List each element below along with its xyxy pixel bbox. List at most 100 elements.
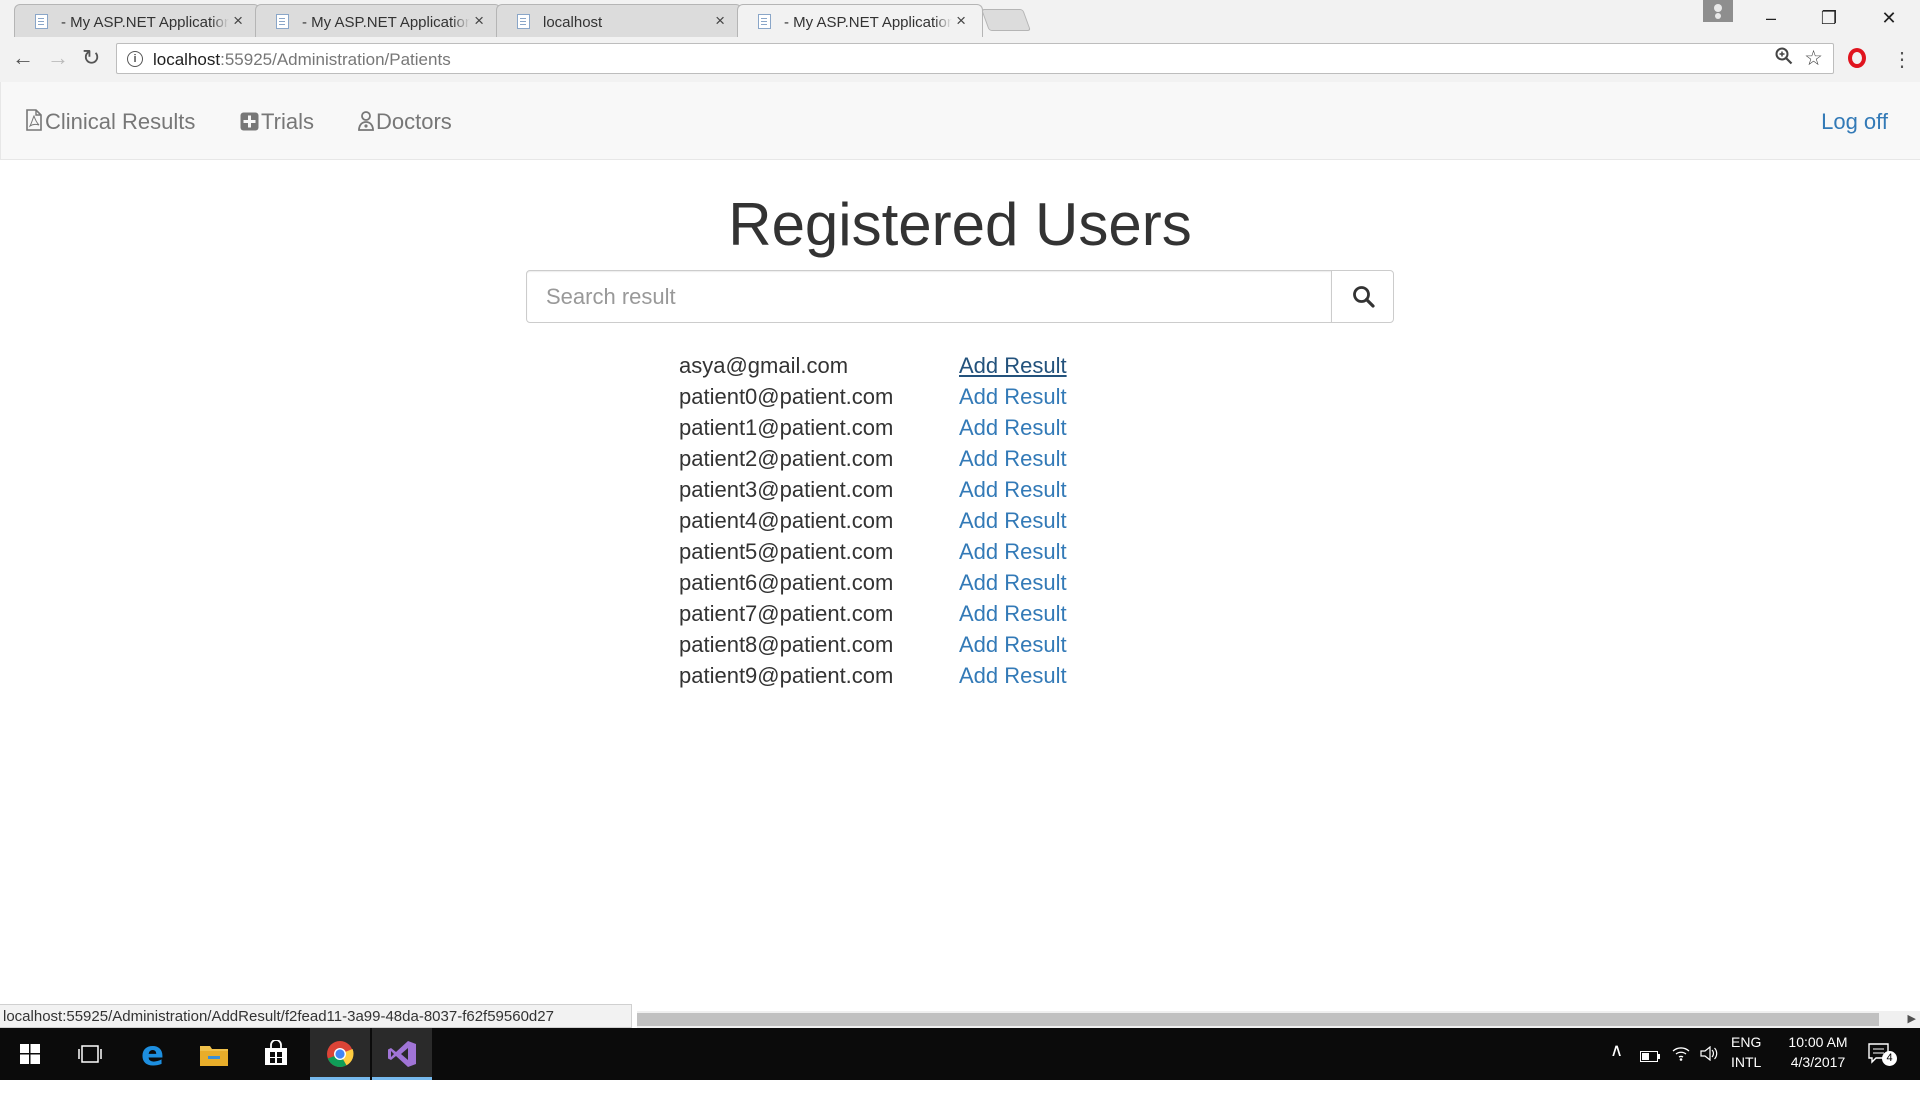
language-indicator[interactable]: ENG INTL bbox=[1731, 1034, 1761, 1086]
add-result-link[interactable]: Add Result bbox=[959, 384, 1067, 410]
user-list: asya@gmail.com Add Result patient0@patie… bbox=[679, 353, 1279, 694]
clock[interactable]: 10:00 AM 4/3/2017 bbox=[1780, 1034, 1856, 1086]
visual-studio-icon[interactable] bbox=[372, 1028, 432, 1080]
search-button[interactable] bbox=[1331, 270, 1394, 323]
url-host: localhost bbox=[153, 50, 221, 69]
nav-link-doctors[interactable]: Doctors bbox=[358, 109, 452, 137]
start-button[interactable] bbox=[0, 1028, 60, 1080]
url-text[interactable]: localhost:55925/Administration/Patients bbox=[153, 50, 451, 70]
browser-tab[interactable]: localhost × bbox=[496, 4, 742, 37]
close-icon[interactable]: × bbox=[233, 11, 243, 31]
store-icon[interactable] bbox=[246, 1028, 306, 1080]
user-email: patient8@patient.com bbox=[679, 632, 894, 657]
scrollbar-thumb[interactable] bbox=[637, 1013, 1879, 1026]
add-result-link[interactable]: Add Result bbox=[959, 601, 1067, 627]
nav-link-label: Clinical Results bbox=[45, 109, 196, 134]
user-row: patient9@patient.com Add Result bbox=[679, 663, 1279, 694]
user-email: patient2@patient.com bbox=[679, 446, 894, 471]
clock-time: 10:00 AM bbox=[1788, 1034, 1848, 1050]
wifi-icon[interactable] bbox=[1672, 1046, 1690, 1098]
notifications-icon[interactable]: 4 bbox=[1868, 1043, 1897, 1095]
back-arrow-icon[interactable]: ← bbox=[12, 46, 34, 70]
info-icon[interactable]: i bbox=[127, 51, 143, 67]
close-window-button[interactable]: ✕ bbox=[1860, 0, 1918, 36]
close-icon[interactable]: × bbox=[474, 11, 484, 31]
user-email: patient9@patient.com bbox=[679, 663, 894, 688]
menu-dots-icon[interactable]: ⋮ bbox=[1892, 47, 1912, 72]
user-email: patient1@patient.com bbox=[679, 415, 894, 440]
close-icon[interactable]: × bbox=[715, 11, 725, 31]
nav-link-label: Doctors bbox=[376, 109, 452, 134]
language-code: ENG bbox=[1731, 1034, 1762, 1050]
doctor-icon bbox=[358, 111, 374, 137]
user-email: asya@gmail.com bbox=[679, 353, 849, 378]
file-pdf-icon bbox=[25, 109, 43, 137]
show-hidden-icons-chevron-icon[interactable]: ∧ bbox=[1610, 1040, 1623, 1092]
add-result-link[interactable]: Add Result bbox=[959, 632, 1067, 658]
user-email: patient6@patient.com bbox=[679, 570, 894, 595]
scroll-right-arrow-icon[interactable]: ▶ bbox=[1908, 1011, 1916, 1028]
add-result-link[interactable]: Add Result bbox=[959, 570, 1067, 596]
user-row: patient1@patient.com Add Result bbox=[679, 415, 1279, 446]
tab-title: - My ASP.NET Application bbox=[61, 14, 229, 31]
new-tab-button[interactable] bbox=[980, 9, 1032, 31]
nav-link-trials[interactable]: Trials bbox=[240, 109, 314, 137]
nav-link-label: Trials bbox=[261, 109, 314, 134]
tab-title: localhost bbox=[543, 14, 711, 31]
browser-tab-active[interactable]: - My ASP.NET Application × bbox=[737, 4, 983, 38]
notification-count-badge: 4 bbox=[1882, 1051, 1897, 1066]
add-result-link[interactable]: Add Result bbox=[959, 477, 1067, 503]
page-title: Registered Users bbox=[728, 191, 1192, 258]
tab-title: - My ASP.NET Application bbox=[784, 14, 952, 31]
volume-icon[interactable] bbox=[1700, 1045, 1718, 1098]
user-row: patient4@patient.com Add Result bbox=[679, 508, 1279, 539]
user-row: patient5@patient.com Add Result bbox=[679, 539, 1279, 570]
user-row: patient7@patient.com Add Result bbox=[679, 601, 1279, 632]
search-input[interactable] bbox=[526, 270, 1332, 323]
keyboard-layout: INTL bbox=[1731, 1054, 1762, 1070]
close-icon[interactable]: × bbox=[956, 11, 966, 31]
add-result-link[interactable]: Add Result bbox=[959, 539, 1067, 565]
chrome-icon[interactable] bbox=[310, 1028, 370, 1080]
logoff-link[interactable]: Log off bbox=[1821, 109, 1888, 135]
user-email: patient5@patient.com bbox=[679, 539, 894, 564]
reload-icon[interactable]: ↻ bbox=[82, 46, 100, 70]
edge-browser-icon[interactable]: e bbox=[124, 1028, 184, 1080]
add-result-link[interactable]: Add Result bbox=[959, 663, 1067, 689]
user-email: patient7@patient.com bbox=[679, 601, 894, 626]
page-icon bbox=[517, 14, 530, 29]
address-bar[interactable]: i localhost:55925/Administration/Patient… bbox=[116, 43, 1834, 74]
add-result-link[interactable]: Add Result bbox=[959, 446, 1067, 472]
status-bar-url: localhost:55925/Administration/AddResult… bbox=[0, 1004, 632, 1028]
forward-arrow-icon[interactable]: → bbox=[47, 46, 69, 70]
add-result-link[interactable]: Add Result bbox=[959, 415, 1067, 441]
user-row: patient0@patient.com Add Result bbox=[679, 384, 1279, 415]
windows-taskbar: e ∧ ENG INTL 10:00 AM 4/3/2017 4 bbox=[0, 1028, 1920, 1080]
bookmark-star-icon[interactable]: ☆ bbox=[1804, 46, 1823, 71]
user-email: patient3@patient.com bbox=[679, 477, 894, 502]
user-row: patient3@patient.com Add Result bbox=[679, 477, 1279, 508]
url-path: :55925/Administration/Patients bbox=[220, 50, 451, 69]
page-icon bbox=[758, 14, 771, 29]
clock-date: 4/3/2017 bbox=[1790, 1054, 1846, 1070]
user-email: patient0@patient.com bbox=[679, 384, 894, 409]
site-navbar: Clinical Results Trials Doctors Log off bbox=[0, 82, 1920, 160]
user-row: patient2@patient.com Add Result bbox=[679, 446, 1279, 477]
maximize-button[interactable]: ❐ bbox=[1800, 0, 1858, 36]
nav-link-clinical-results[interactable]: Clinical Results bbox=[25, 109, 195, 137]
tab-title: - My ASP.NET Application bbox=[302, 14, 470, 31]
browser-tab[interactable]: - My ASP.NET Application × bbox=[255, 4, 501, 37]
zoom-icon[interactable] bbox=[1775, 47, 1793, 71]
browser-tab[interactable]: - My ASP.NET Application × bbox=[14, 4, 260, 37]
browser-tab-strip: - My ASP.NET Application × - My ASP.NET … bbox=[0, 0, 1920, 38]
add-result-link[interactable]: Add Result bbox=[959, 353, 1067, 379]
minimize-button[interactable]: – bbox=[1742, 0, 1800, 36]
file-explorer-icon[interactable] bbox=[184, 1028, 244, 1080]
profile-icon[interactable] bbox=[1703, 0, 1733, 22]
task-view-icon[interactable] bbox=[60, 1028, 120, 1080]
add-result-link[interactable]: Add Result bbox=[959, 508, 1067, 534]
opera-extension-icon[interactable] bbox=[1848, 48, 1866, 68]
plus-square-icon bbox=[240, 111, 259, 137]
battery-icon[interactable] bbox=[1640, 1049, 1660, 1101]
horizontal-scrollbar[interactable]: ▶ bbox=[637, 1011, 1920, 1028]
